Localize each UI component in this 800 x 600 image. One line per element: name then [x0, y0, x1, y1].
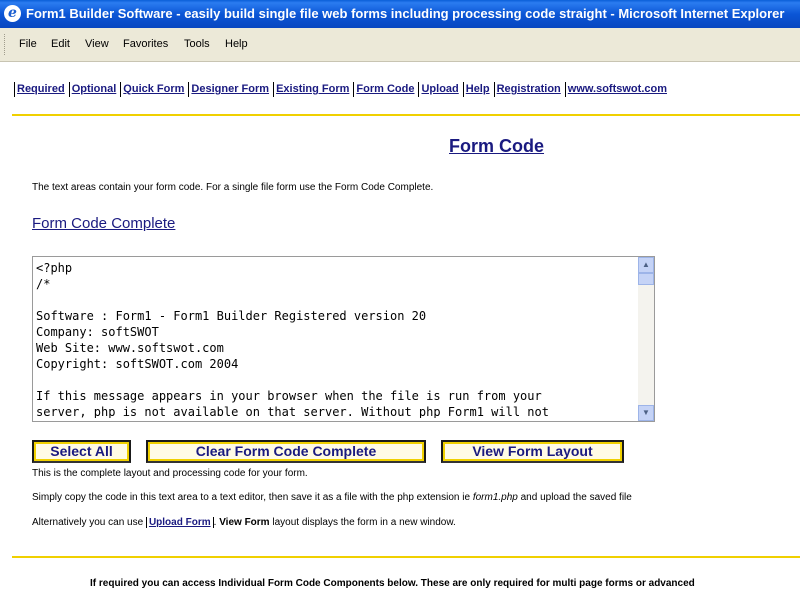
- nav-required[interactable]: Required: [14, 82, 67, 97]
- form-code-content[interactable]: <?php /* Software : Form1 - Form1 Builde…: [33, 257, 636, 418]
- info-line-2: Simply copy the code in this text area t…: [32, 492, 632, 503]
- nav-existing-form[interactable]: Existing Form: [273, 82, 351, 97]
- section-title: Form Code Complete: [32, 215, 176, 232]
- nav-softswot-site[interactable]: www.softswot.com: [564, 82, 669, 97]
- filename-example: form1.php: [472, 492, 518, 503]
- window-title: Form1 Builder Software - easily build si…: [26, 6, 785, 21]
- form-code-textarea[interactable]: <?php /* Software : Form1 - Form1 Builde…: [32, 256, 655, 422]
- scroll-thumb[interactable]: [638, 273, 654, 285]
- nav-upload[interactable]: Upload: [418, 82, 460, 97]
- menu-favorites[interactable]: Favorites: [123, 38, 168, 50]
- menu-tools[interactable]: Tools: [184, 38, 210, 50]
- view-form-label: View Form: [219, 517, 270, 528]
- menu-file[interactable]: File: [19, 38, 37, 50]
- menu-view[interactable]: View: [85, 38, 109, 50]
- divider-top: [12, 114, 800, 116]
- info-line-3-text: Alternatively you can use: [32, 517, 146, 528]
- footer-note: If required you can access Individual Fo…: [90, 578, 695, 589]
- info-line-1: This is the complete layout and processi…: [32, 468, 308, 479]
- page-content: Required Optional Quick Form Designer Form E…: [0, 62, 800, 600]
- info-line-2-text: Simply copy the code in this text area t…: [32, 492, 473, 503]
- page-title: Form Code: [449, 136, 545, 156]
- menu-help[interactable]: Help: [225, 38, 248, 50]
- title-bar: e Form1 Builder Software - easily build …: [0, 0, 800, 28]
- view-form-layout-button[interactable]: View Form Layout: [441, 440, 624, 463]
- scroll-up-icon[interactable]: ▲: [638, 257, 654, 273]
- select-all-button[interactable]: Select All: [32, 440, 131, 463]
- nav-form-code[interactable]: Form Code: [353, 82, 416, 97]
- nav-designer-form[interactable]: Designer Form: [188, 82, 271, 97]
- nav-help[interactable]: Help: [462, 82, 492, 97]
- menu-edit[interactable]: Edit: [51, 38, 70, 50]
- nav-quick-form[interactable]: Quick Form: [120, 82, 186, 97]
- code-scrollbar[interactable]: ▲ ▼: [638, 257, 654, 421]
- info-line-3: Alternatively you can use Upload Form. V…: [32, 517, 456, 528]
- internet-explorer-icon: e: [4, 5, 21, 22]
- toolbar-grip[interactable]: [4, 34, 8, 55]
- clear-form-code-button[interactable]: Clear Form Code Complete: [146, 440, 426, 463]
- nav-optional[interactable]: Optional: [68, 82, 119, 97]
- divider-bottom: [12, 556, 800, 558]
- intro-text: The text areas contain your form code. F…: [32, 182, 434, 193]
- site-nav: Required Optional Quick Form Designer Form E…: [14, 82, 671, 97]
- info-line-2-tail: and upload the saved file: [517, 492, 632, 503]
- upload-form-link[interactable]: Upload Form: [145, 517, 214, 528]
- scroll-down-icon[interactable]: ▼: [638, 405, 654, 421]
- nav-registration[interactable]: Registration: [493, 82, 563, 97]
- info-line-3-tail: layout displays the form in a new window…: [269, 517, 456, 528]
- menu-bar: File Edit View Favorites Tools Help: [0, 28, 800, 62]
